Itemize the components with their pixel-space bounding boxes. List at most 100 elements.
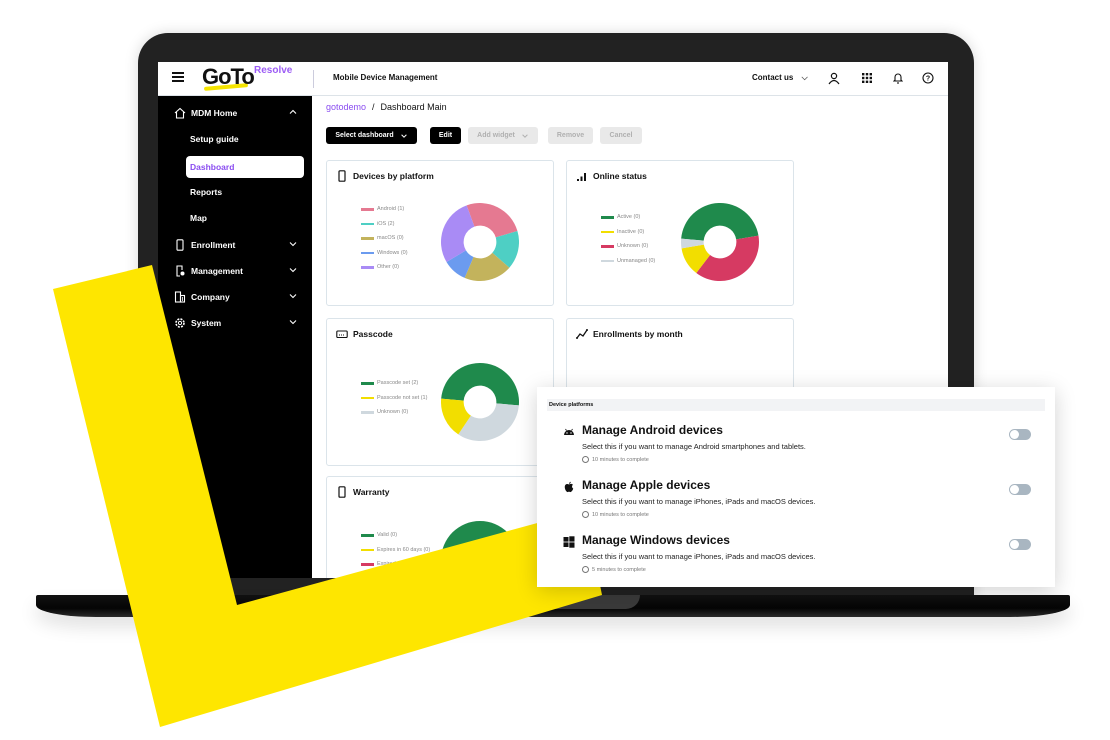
legend-label: Expired (0) [377, 561, 404, 567]
divider [313, 70, 314, 88]
sidebar-subitem-setup-guide[interactable]: Setup guide [186, 128, 304, 150]
chevron-down-icon [289, 242, 297, 247]
widget-title: Warranty [353, 487, 390, 497]
sidebar: MDM Home Setup guide Dashboard Reports M… [158, 96, 312, 578]
legend-swatch [361, 534, 374, 537]
legend-label: Expires in 60 days (0) [377, 546, 431, 553]
option-duration: 5 minutes to complete [582, 566, 646, 573]
breadcrumb-separator: / [372, 102, 375, 112]
sidebar-item-enrollment[interactable]: Enrollment [158, 234, 312, 256]
home-icon [174, 107, 186, 119]
legend-swatch [601, 216, 614, 219]
top-bar: GoTo Resolve Mobile Device Management Co… [158, 62, 948, 96]
phone-icon [176, 239, 184, 251]
breadcrumb: gotodemo / Dashboard Main [326, 102, 447, 112]
sidebar-item-system[interactable]: System [158, 312, 312, 334]
legend-swatch [361, 237, 374, 240]
donut-slice [681, 203, 759, 241]
duration-text: 10 minutes to complete [592, 456, 649, 463]
goto-logo: GoTo [202, 64, 255, 89]
clock-icon [582, 511, 589, 518]
legend-label: Active (0) [617, 214, 641, 220]
legend-swatch [601, 259, 614, 262]
hamburger-menu-icon[interactable] [172, 72, 184, 84]
breadcrumb-root-link[interactable]: gotodemo [326, 102, 366, 112]
sidebar-subitem-reports[interactable]: Reports [186, 181, 304, 203]
donut-chart [441, 203, 519, 281]
sidebar-subitem-label: Dashboard [190, 162, 235, 172]
keypad-icon [336, 330, 348, 339]
sidebar-subitem-label: Setup guide [190, 134, 239, 144]
clock-icon [582, 566, 589, 573]
legend-label: Passcode set (2) [377, 380, 419, 386]
legend-swatch [361, 396, 374, 399]
user-icon[interactable] [826, 70, 842, 86]
legend-label: Unknown (0) [617, 243, 649, 249]
phone-icon [338, 486, 346, 498]
contact-us-label: Contact us [752, 73, 794, 82]
legend-label: Other (0) [377, 264, 400, 270]
panel-header-label: Device platforms [549, 402, 594, 408]
option-windows: Manage Windows devices Select this if yo… [537, 530, 1055, 585]
option-android: Manage Android devices Select this if yo… [537, 420, 1055, 475]
android-toggle[interactable] [1009, 429, 1031, 440]
chevron-down-icon [289, 268, 297, 273]
bell-icon[interactable] [890, 70, 906, 86]
option-apple: Manage Apple devices Select this if you … [537, 475, 1055, 530]
duration-text: 10 minutes to complete [592, 511, 649, 518]
cancel-button[interactable]: Cancel [600, 127, 642, 144]
legend-label: iOS (2) [377, 220, 395, 227]
donut-slice [441, 521, 519, 578]
sidebar-item-label: System [191, 318, 222, 328]
chevron-down-icon [289, 320, 297, 325]
donut-slice [458, 403, 519, 441]
widget-title: Enrollments by month [593, 329, 683, 339]
breadcrumb-current: Dashboard Main [380, 102, 447, 112]
chevron-down-icon [289, 294, 297, 299]
chevron-down-icon [522, 133, 528, 138]
sidebar-item-management[interactable]: Management [158, 260, 312, 282]
widget-title: Online status [593, 171, 647, 181]
legend-label: Unmanaged (0) [617, 257, 656, 264]
remove-button[interactable]: Remove [548, 127, 593, 144]
legend-swatch [361, 382, 374, 385]
apple-toggle[interactable] [1009, 484, 1031, 495]
contact-us-dropdown[interactable]: Contact us ⌵ [752, 73, 808, 83]
building-icon [174, 291, 186, 303]
chevron-down-icon [400, 133, 407, 138]
logo-product-name: Resolve [254, 65, 293, 76]
apple-icon [564, 481, 574, 493]
select-dashboard-label: Select dashboard [335, 132, 394, 139]
sidebar-item-mdm-home[interactable]: MDM Home [158, 102, 312, 124]
legend-swatch [361, 266, 374, 269]
add-widget-button[interactable]: Add widget [468, 127, 538, 144]
apps-grid-icon[interactable] [859, 70, 875, 86]
legend-swatch [601, 230, 614, 233]
legend-label: Valid (0) [377, 532, 398, 538]
sidebar-item-company[interactable]: Company [158, 286, 312, 308]
option-description: Select this if you want to manage Androi… [582, 442, 806, 451]
windows-toggle[interactable] [1009, 539, 1031, 550]
chevron-up-icon [289, 109, 297, 114]
device-settings-icon [176, 265, 185, 277]
sidebar-subitem-map[interactable]: Map [186, 207, 304, 229]
help-icon[interactable]: ? [920, 70, 936, 86]
gear-icon [175, 318, 185, 328]
svg-text:?: ? [926, 76, 930, 83]
donut-chart [441, 521, 519, 578]
option-title: Manage Windows devices [582, 533, 730, 547]
panel-header: Device platforms [547, 399, 1045, 411]
widget-devices-by-platform: Devices by platform Android (1) iOS (2) ma… [326, 160, 554, 306]
legend-label: macOS (0) [377, 235, 404, 241]
legend-swatch [361, 411, 374, 414]
donut-slice [441, 205, 475, 262]
option-description: Select this if you want to manage iPhone… [582, 497, 816, 506]
laptop-notch [540, 595, 640, 609]
sidebar-subitem-dashboard[interactable]: Dashboard [186, 156, 304, 178]
select-dashboard-dropdown[interactable]: Select dashboard [326, 127, 417, 144]
sidebar-item-label: MDM Home [191, 108, 238, 118]
legend-swatch [601, 245, 614, 248]
legend-swatch [361, 208, 374, 211]
widget-online-status: Online status Active (0) Inactive (0) Unkn… [566, 160, 794, 306]
edit-button[interactable]: Edit [430, 127, 461, 144]
